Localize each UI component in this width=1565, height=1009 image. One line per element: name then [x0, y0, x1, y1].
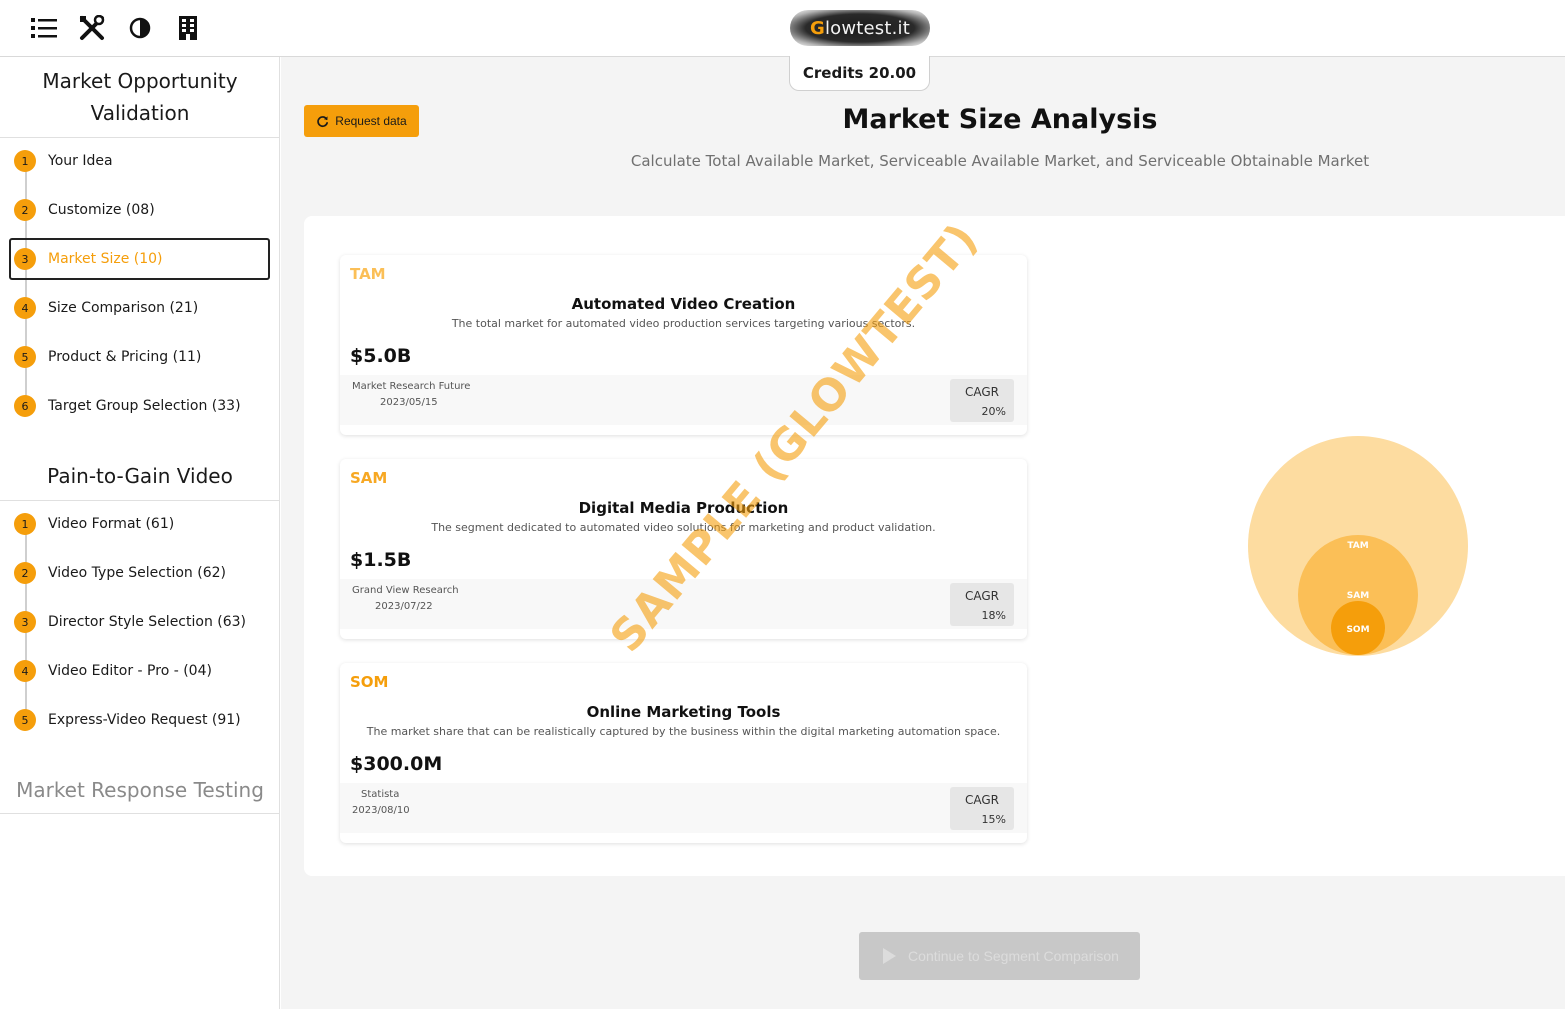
step-number: 3	[14, 611, 36, 633]
list-icon-svg	[31, 18, 57, 38]
card-source: Market Research Future	[352, 381, 471, 392]
request-data-label: Request data	[335, 114, 407, 128]
step-label: Size Comparison (21)	[48, 300, 199, 316]
page-subtitle: Calculate Total Available Market, Servic…	[630, 152, 1370, 170]
step-label: Product & Pricing (11)	[48, 349, 202, 365]
step-video-type[interactable]: 2 Video Type Selection (62)	[9, 552, 270, 594]
logo-text: Glowtest.it	[809, 17, 911, 39]
card-segment-name: Online Marketing Tools	[586, 703, 781, 721]
continue-label: Continue to Segment Comparison	[908, 948, 1119, 964]
cagr-label: CAGR	[965, 589, 1000, 603]
step-label: Your Idea	[48, 153, 113, 169]
card-date: 2023/08/10	[352, 805, 410, 816]
section-title-market-response[interactable]: Market Response Testing	[0, 774, 280, 806]
refresh-icon	[317, 115, 329, 127]
top-bar: Glowtest.it	[0, 0, 1565, 57]
logo-initial: G	[809, 17, 825, 39]
cagr-box: CAGR 20%	[950, 379, 1014, 422]
card-source: Grand View Research	[352, 585, 459, 596]
cagr-box: CAGR 18%	[950, 583, 1014, 626]
card-date: 2023/07/22	[375, 601, 433, 612]
step-number: 5	[14, 346, 36, 368]
divider	[0, 813, 280, 814]
continue-button[interactable]: Continue to Segment Comparison	[859, 932, 1140, 980]
step-express-video[interactable]: 5 Express-Video Request (91)	[9, 699, 270, 741]
step-label: Customize (08)	[48, 202, 155, 218]
som-card: SOM Online Marketing Tools The market sh…	[340, 663, 1027, 843]
cagr-box: CAGR 15%	[950, 787, 1014, 830]
card-tag: SOM	[350, 673, 389, 691]
market-size-diagram: TAM SAM SOM	[1248, 436, 1468, 656]
step-number: 1	[14, 150, 36, 172]
cagr-value: 18%	[981, 609, 1006, 622]
step-label: Director Style Selection (63)	[48, 614, 247, 630]
section-title-market-opportunity: Market Opportunity Validation	[42, 69, 238, 125]
step-number: 4	[14, 660, 36, 682]
step-target-group[interactable]: 6 Target Group Selection (33)	[9, 385, 270, 427]
tam-circle-label: TAM	[1347, 541, 1368, 551]
cagr-value: 20%	[981, 405, 1006, 418]
list-icon[interactable]	[30, 14, 58, 42]
play-icon	[883, 948, 897, 964]
card-market-value: $5.0B	[350, 345, 412, 367]
building-icon[interactable]	[174, 14, 202, 42]
step-video-editor[interactable]: 4 Video Editor - Pro - (04)	[9, 650, 270, 692]
building-icon-svg	[179, 16, 197, 40]
card-description: The market share that can be realistical…	[366, 725, 1001, 738]
sidebar: Market Opportunity Validation 1 Your Ide…	[0, 57, 280, 1009]
page-title: Market Size Analysis	[842, 104, 1158, 135]
card-segment-name: Digital Media Production	[578, 499, 789, 517]
step-label: Video Type Selection (62)	[48, 565, 226, 581]
section-title-pain-to-gain: Pain-to-Gain Video	[47, 464, 233, 488]
brand-logo[interactable]: Glowtest.it	[790, 10, 930, 46]
card-tag: TAM	[350, 265, 386, 283]
card-footer: Market Research Future 2023/05/15 CAGR 2…	[340, 375, 1027, 425]
cagr-label: CAGR	[965, 793, 1000, 807]
step-label: Express-Video Request (91)	[48, 712, 241, 728]
tools-icon-svg	[80, 15, 105, 40]
step-label: Target Group Selection (33)	[48, 398, 241, 414]
card-footer: Statista 2023/08/10 CAGR 15%	[340, 783, 1027, 833]
card-segment-name: Automated Video Creation	[571, 295, 796, 313]
step-size-comparison[interactable]: 4 Size Comparison (21)	[9, 287, 270, 329]
contrast-icon-svg	[129, 17, 151, 39]
divider	[0, 500, 280, 501]
request-data-button[interactable]: Request data	[304, 105, 419, 137]
step-your-idea[interactable]: 1 Your Idea	[9, 140, 270, 182]
step-customize[interactable]: 2 Customize (08)	[9, 189, 270, 231]
card-description: The total market for automated video pro…	[451, 317, 916, 330]
cagr-label: CAGR	[965, 385, 1000, 399]
card-source: Statista	[361, 789, 400, 800]
card-description: The segment dedicated to automated video…	[431, 521, 936, 534]
step-video-format[interactable]: 1 Video Format (61)	[9, 503, 270, 545]
sam-card: SAM Digital Media Production The segment…	[340, 459, 1027, 639]
step-number: 2	[14, 562, 36, 584]
step-number: 3	[14, 248, 36, 270]
step-number: 6	[14, 395, 36, 417]
sam-circle-label: SAM	[1347, 591, 1369, 601]
card-tag: SAM	[350, 469, 388, 487]
step-label: Video Editor - Pro - (04)	[48, 663, 212, 679]
step-product-pricing[interactable]: 5 Product & Pricing (11)	[9, 336, 270, 378]
som-circle-label: SOM	[1346, 625, 1369, 635]
card-market-value: $1.5B	[350, 549, 412, 571]
step-label: Video Format (61)	[48, 516, 175, 532]
step-number: 1	[14, 513, 36, 535]
card-footer: Grand View Research 2023/07/22 CAGR 18%	[340, 579, 1027, 629]
step-label: Market Size (10)	[48, 251, 163, 267]
step-number: 4	[14, 297, 36, 319]
card-market-value: $300.0M	[350, 753, 443, 775]
credits-badge: Credits 20.00	[789, 56, 930, 91]
contrast-icon[interactable]	[126, 14, 154, 42]
cagr-value: 15%	[981, 813, 1006, 826]
divider	[0, 137, 280, 138]
card-date: 2023/05/15	[380, 397, 438, 408]
step-number: 2	[14, 199, 36, 221]
step-director-style[interactable]: 3 Director Style Selection (63)	[9, 601, 270, 643]
tools-icon[interactable]	[78, 14, 106, 42]
step-number: 5	[14, 709, 36, 731]
step-market-size[interactable]: 3 Market Size (10)	[9, 238, 270, 280]
tam-card: TAM Automated Video Creation The total m…	[340, 255, 1027, 435]
